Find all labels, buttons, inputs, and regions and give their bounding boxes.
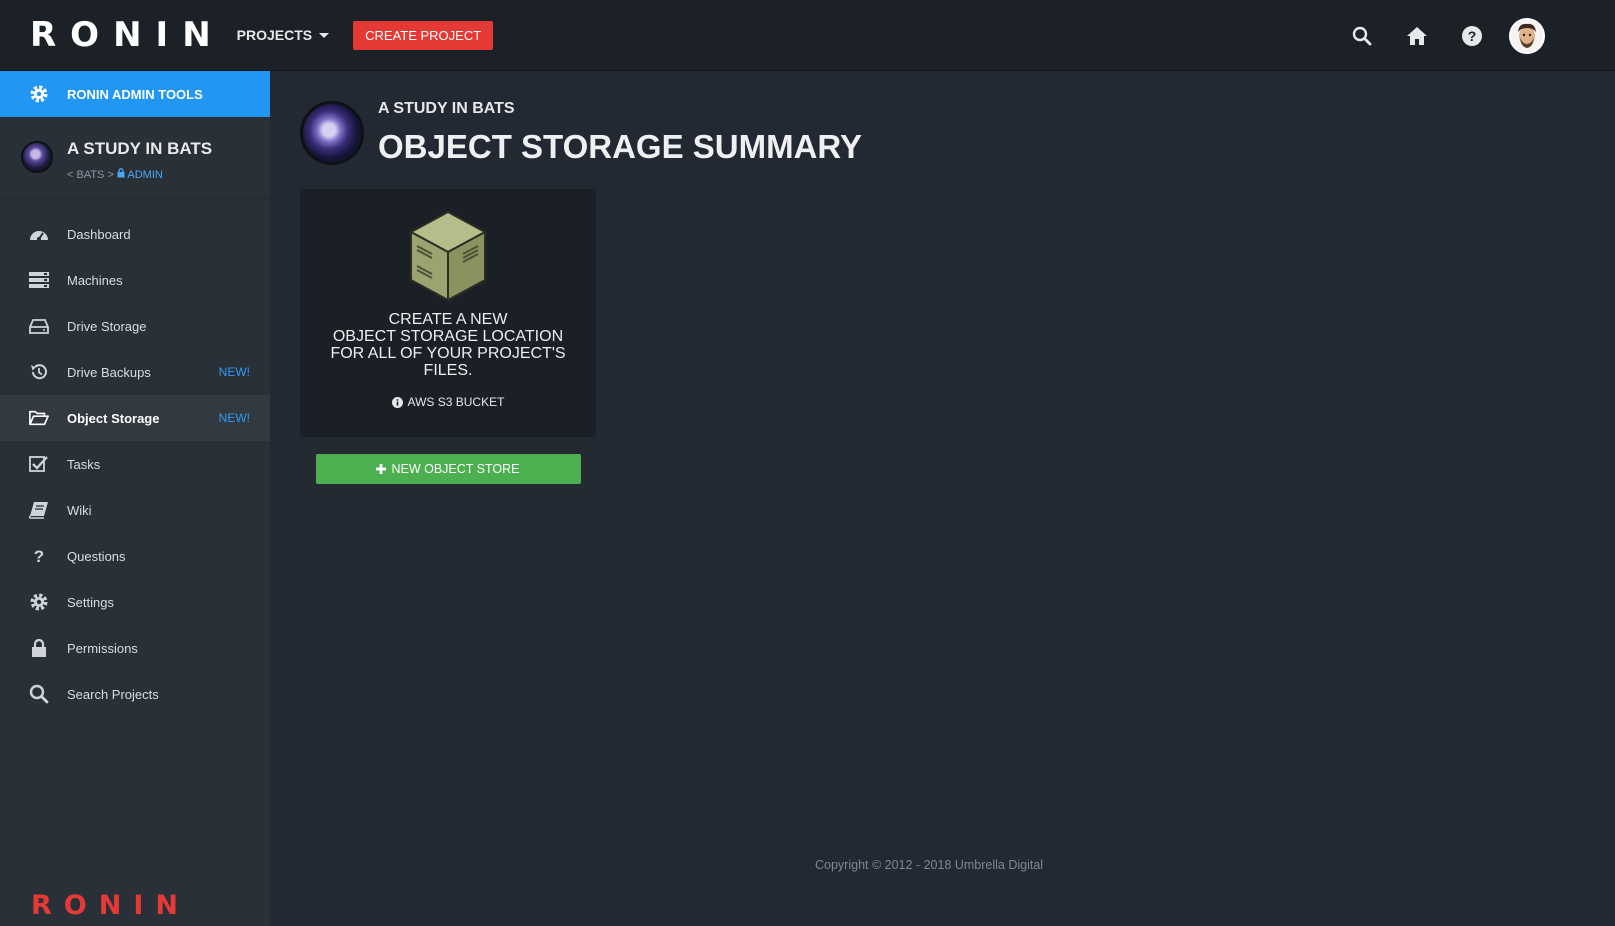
admin-tools-link[interactable]: RONIN ADMIN TOOLS: [0, 71, 270, 117]
page-title: OBJECT STORAGE SUMMARY: [378, 128, 863, 165]
card-description: CREATE A NEW OBJECT STORAGE LOCATION FOR…: [323, 311, 573, 379]
breadcrumb-admin-label: ADMIN: [127, 169, 163, 181]
plus-icon: [376, 463, 387, 474]
chevron-down-icon: [319, 32, 330, 38]
gear-icon: [29, 84, 49, 104]
folder-open-icon: [29, 408, 49, 428]
projects-dropdown[interactable]: PROJECTS: [236, 27, 330, 43]
sidebar-item-label: Dashboard: [67, 226, 131, 242]
ronin-logo[interactable]: RONIN: [30, 15, 225, 55]
sidebar-item-label: Machines: [67, 272, 123, 288]
svg-text:?: ?: [1468, 28, 1477, 44]
sidebar-item-label: Tasks: [67, 456, 101, 472]
top-bar: RONIN PROJECTS CREATE PROJECT ?: [0, 0, 1615, 71]
sidebar-item-label: Questions: [67, 548, 126, 564]
project-avatar: [21, 141, 53, 173]
card-line-1: CREATE A NEW: [388, 311, 508, 328]
sidebar-footer-logo: RONIN: [31, 890, 190, 921]
new-object-store-button[interactable]: NEW OBJECT STORE: [315, 453, 581, 484]
sidebar-item-dashboard[interactable]: Dashboard: [0, 211, 270, 257]
sidebar-item-label: Drive Backups: [67, 364, 151, 380]
sidebar-item-label: Object Storage: [67, 410, 160, 426]
sidebar-item-label: Search Projects: [67, 686, 159, 702]
drive-icon: [29, 316, 49, 336]
user-avatar[interactable]: [1509, 17, 1545, 54]
breadcrumb-admin[interactable]: ADMIN: [117, 168, 163, 181]
copyright: Copyright © 2012 - 2018 Umbrella Digital: [815, 858, 1044, 872]
create-project-button[interactable]: CREATE PROJECT: [353, 20, 494, 50]
backup-icon: [29, 362, 49, 382]
book-icon: [29, 500, 49, 520]
question-icon: ?: [29, 546, 49, 566]
breadcrumb: < BATS > ADMIN: [67, 168, 212, 181]
search-icon[interactable]: [1350, 24, 1374, 48]
sidebar-item-permissions[interactable]: Permissions: [0, 625, 270, 671]
lock-icon: [29, 638, 49, 658]
sidebar-nav: Dashboard Machines Drive Storage Drive B…: [0, 211, 270, 717]
admin-tools-label: RONIN ADMIN TOOLS: [67, 86, 203, 102]
sidebar-item-drive-storage[interactable]: Drive Storage: [0, 303, 270, 349]
project-name: A STUDY IN BATS: [378, 100, 515, 117]
lock-icon: [117, 168, 125, 178]
sidebar-item-object-storage[interactable]: Object Storage NEW!: [0, 395, 270, 441]
sidebar-item-label: Settings: [67, 594, 114, 610]
dashboard-icon: [29, 224, 49, 244]
sidebar-item-tasks[interactable]: Tasks: [0, 441, 270, 487]
sidebar-item-wiki[interactable]: Wiki: [0, 487, 270, 533]
sidebar-item-settings[interactable]: Settings: [0, 579, 270, 625]
aws-s3-info[interactable]: AWS S3 BUCKET: [391, 395, 505, 409]
card-line-3: FOR ALL OF YOUR PROJECT'S: [330, 345, 566, 362]
storage-box-icon: [408, 210, 488, 302]
tasks-icon: [29, 454, 49, 474]
info-icon: [391, 396, 403, 408]
search-icon: [29, 684, 49, 704]
breadcrumb-project[interactable]: < BATS >: [67, 169, 114, 181]
home-icon[interactable]: [1405, 24, 1429, 48]
sidebar-item-label: Wiki: [67, 502, 92, 518]
svg-text:?: ?: [34, 547, 44, 565]
machines-icon: [29, 270, 49, 290]
card-body: CREATE A NEW OBJECT STORAGE LOCATION FOR…: [300, 189, 596, 437]
new-object-store-label: NEW OBJECT STORE: [391, 461, 520, 476]
sidebar-item-drive-backups[interactable]: Drive Backups NEW!: [0, 349, 270, 395]
sidebar-item-machines[interactable]: Machines: [0, 257, 270, 303]
projects-label: PROJECTS: [236, 27, 313, 43]
project-info: A STUDY IN BATS < BATS > ADMIN: [0, 117, 270, 199]
help-icon[interactable]: ?: [1460, 24, 1484, 48]
sidebar-item-label: Permissions: [67, 640, 138, 656]
top-icons: ?: [1319, 0, 1615, 71]
sidebar: RONIN ADMIN TOOLS A STUDY IN BATS < BATS…: [0, 71, 270, 926]
card-line-2: OBJECT STORAGE LOCATION: [332, 328, 564, 345]
new-badge: NEW!: [218, 411, 250, 425]
card-line-4: FILES.: [423, 362, 473, 379]
aws-s3-label: AWS S3 BUCKET: [407, 395, 505, 409]
new-object-store-card: CREATE A NEW OBJECT STORAGE LOCATION FOR…: [300, 189, 596, 500]
sidebar-item-search-projects[interactable]: Search Projects: [0, 671, 270, 717]
project-title[interactable]: A STUDY IN BATS: [67, 139, 212, 159]
sidebar-item-label: Drive Storage: [67, 318, 147, 334]
project-avatar-large: [300, 101, 364, 165]
gear-icon: [29, 592, 49, 612]
sidebar-item-questions[interactable]: ? Questions: [0, 533, 270, 579]
card-footer: NEW OBJECT STORE: [300, 437, 596, 500]
new-badge: NEW!: [218, 365, 250, 379]
page-header: A STUDY IN BATS OBJECT STORAGE SUMMARY: [300, 100, 862, 166]
